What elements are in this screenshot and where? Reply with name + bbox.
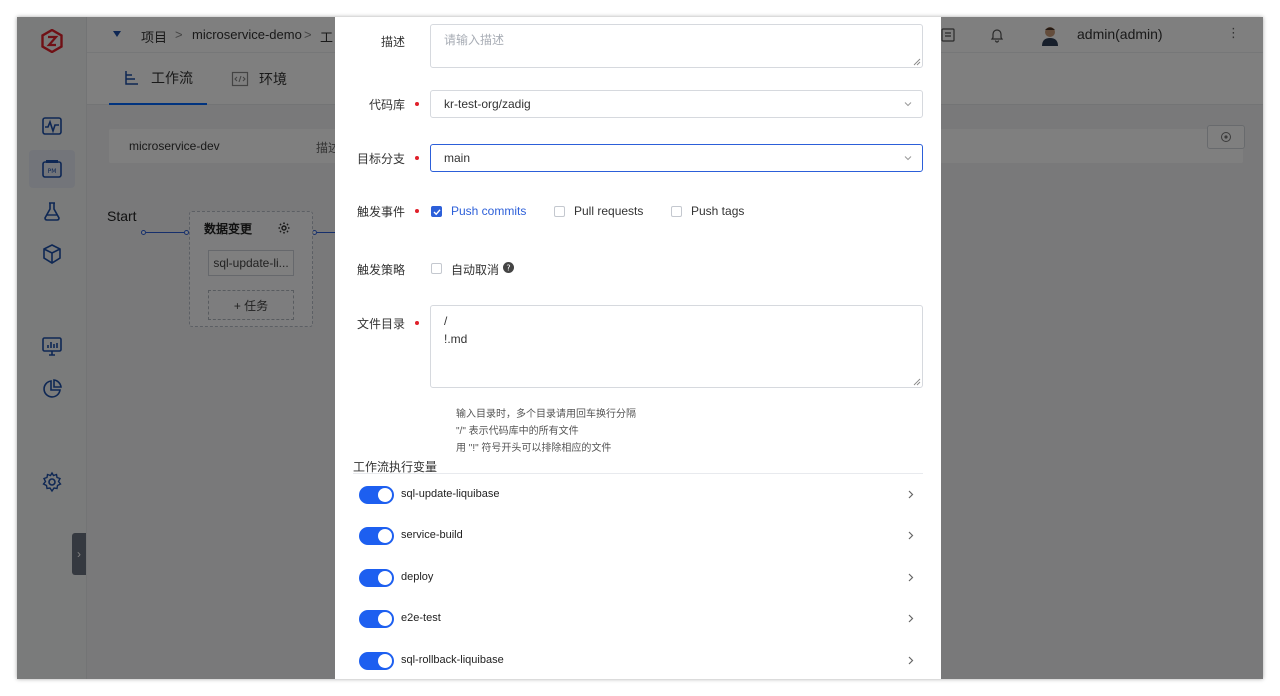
branch-label: 目标分支	[356, 152, 405, 166]
resize-handle-icon[interactable]	[913, 58, 921, 66]
chevron-down-icon	[904, 102, 912, 107]
desc-textarea[interactable]: 请输入描述	[430, 24, 923, 68]
chevron-right-icon[interactable]	[906, 614, 915, 623]
push-commits-checkbox[interactable]	[431, 206, 442, 217]
trigger-config-dialog: 描述 请输入描述 代码库 kr-test-org/zadig 目标分支 main…	[335, 17, 941, 679]
dir-textarea[interactable]: / !.md	[430, 305, 923, 388]
chevron-right-icon[interactable]	[906, 573, 915, 582]
chevron-right-icon[interactable]	[906, 490, 915, 499]
event-label: 触发事件	[356, 205, 405, 219]
desc-placeholder: 请输入描述	[444, 33, 505, 47]
dir-line: !.md	[444, 332, 468, 346]
chevron-right-icon[interactable]	[906, 531, 915, 540]
auto-cancel-label[interactable]: 自动取消	[451, 261, 499, 278]
svg-text:?: ?	[506, 264, 510, 273]
help-line: 输入目录时，多个目录请用回车换行分隔	[456, 409, 636, 420]
help-line: "/" 表示代码库中的所有文件	[456, 426, 579, 437]
repo-select[interactable]: kr-test-org/zadig	[430, 90, 923, 118]
strategy-label: 触发策略	[356, 263, 405, 277]
dir-label: 文件目录	[356, 317, 405, 331]
push-tags-checkbox[interactable]	[671, 206, 682, 217]
job-var-name: deploy	[401, 571, 434, 583]
pull-requests-label[interactable]: Pull requests	[574, 204, 643, 218]
job-enable-switch[interactable]	[359, 527, 394, 545]
repo-value: kr-test-org/zadig	[444, 97, 531, 111]
branch-value: main	[444, 151, 471, 165]
job-var-row[interactable]: sql-update-liquibase	[359, 486, 919, 504]
job-var-name: sql-update-liquibase	[401, 488, 500, 500]
required-marker	[415, 102, 419, 106]
section-divider	[353, 473, 923, 474]
chevron-right-icon[interactable]	[906, 656, 915, 665]
job-var-name: sql-rollback-liquibase	[401, 654, 504, 666]
push-commits-label[interactable]: Push commits	[451, 204, 526, 218]
required-marker	[415, 321, 419, 325]
required-marker	[415, 156, 419, 160]
job-var-row[interactable]: deploy	[359, 569, 919, 587]
desc-label: 描述	[380, 35, 405, 49]
job-var-name: e2e-test	[401, 612, 441, 624]
pull-requests-checkbox[interactable]	[554, 206, 565, 217]
app-window: PM › 项目 > microservice-demo > 工 admin(ad…	[17, 17, 1263, 679]
help-line: 用 "!" 符号开头可以排除相应的文件	[456, 443, 612, 454]
job-enable-switch[interactable]	[359, 652, 394, 670]
auto-cancel-checkbox[interactable]	[431, 263, 442, 274]
check-icon	[433, 209, 441, 216]
dir-help-text: 输入目录时，多个目录请用回车换行分隔 "/" 表示代码库中的所有文件 用 "!"…	[456, 406, 636, 457]
job-var-name: service-build	[401, 529, 463, 541]
help-icon[interactable]: ?	[503, 262, 514, 273]
required-marker	[415, 209, 419, 213]
job-var-row[interactable]: sql-rollback-liquibase	[359, 652, 919, 670]
resize-handle-icon[interactable]	[913, 378, 921, 386]
job-enable-switch[interactable]	[359, 569, 394, 587]
job-var-row[interactable]: service-build	[359, 527, 919, 545]
job-enable-switch[interactable]	[359, 610, 394, 628]
repo-label: 代码库	[368, 98, 405, 112]
chevron-down-icon	[904, 156, 912, 161]
dir-line: /	[444, 314, 448, 328]
branch-select[interactable]: main	[430, 144, 923, 172]
job-var-row[interactable]: e2e-test	[359, 610, 919, 628]
push-tags-label[interactable]: Push tags	[691, 204, 744, 218]
job-enable-switch[interactable]	[359, 486, 394, 504]
